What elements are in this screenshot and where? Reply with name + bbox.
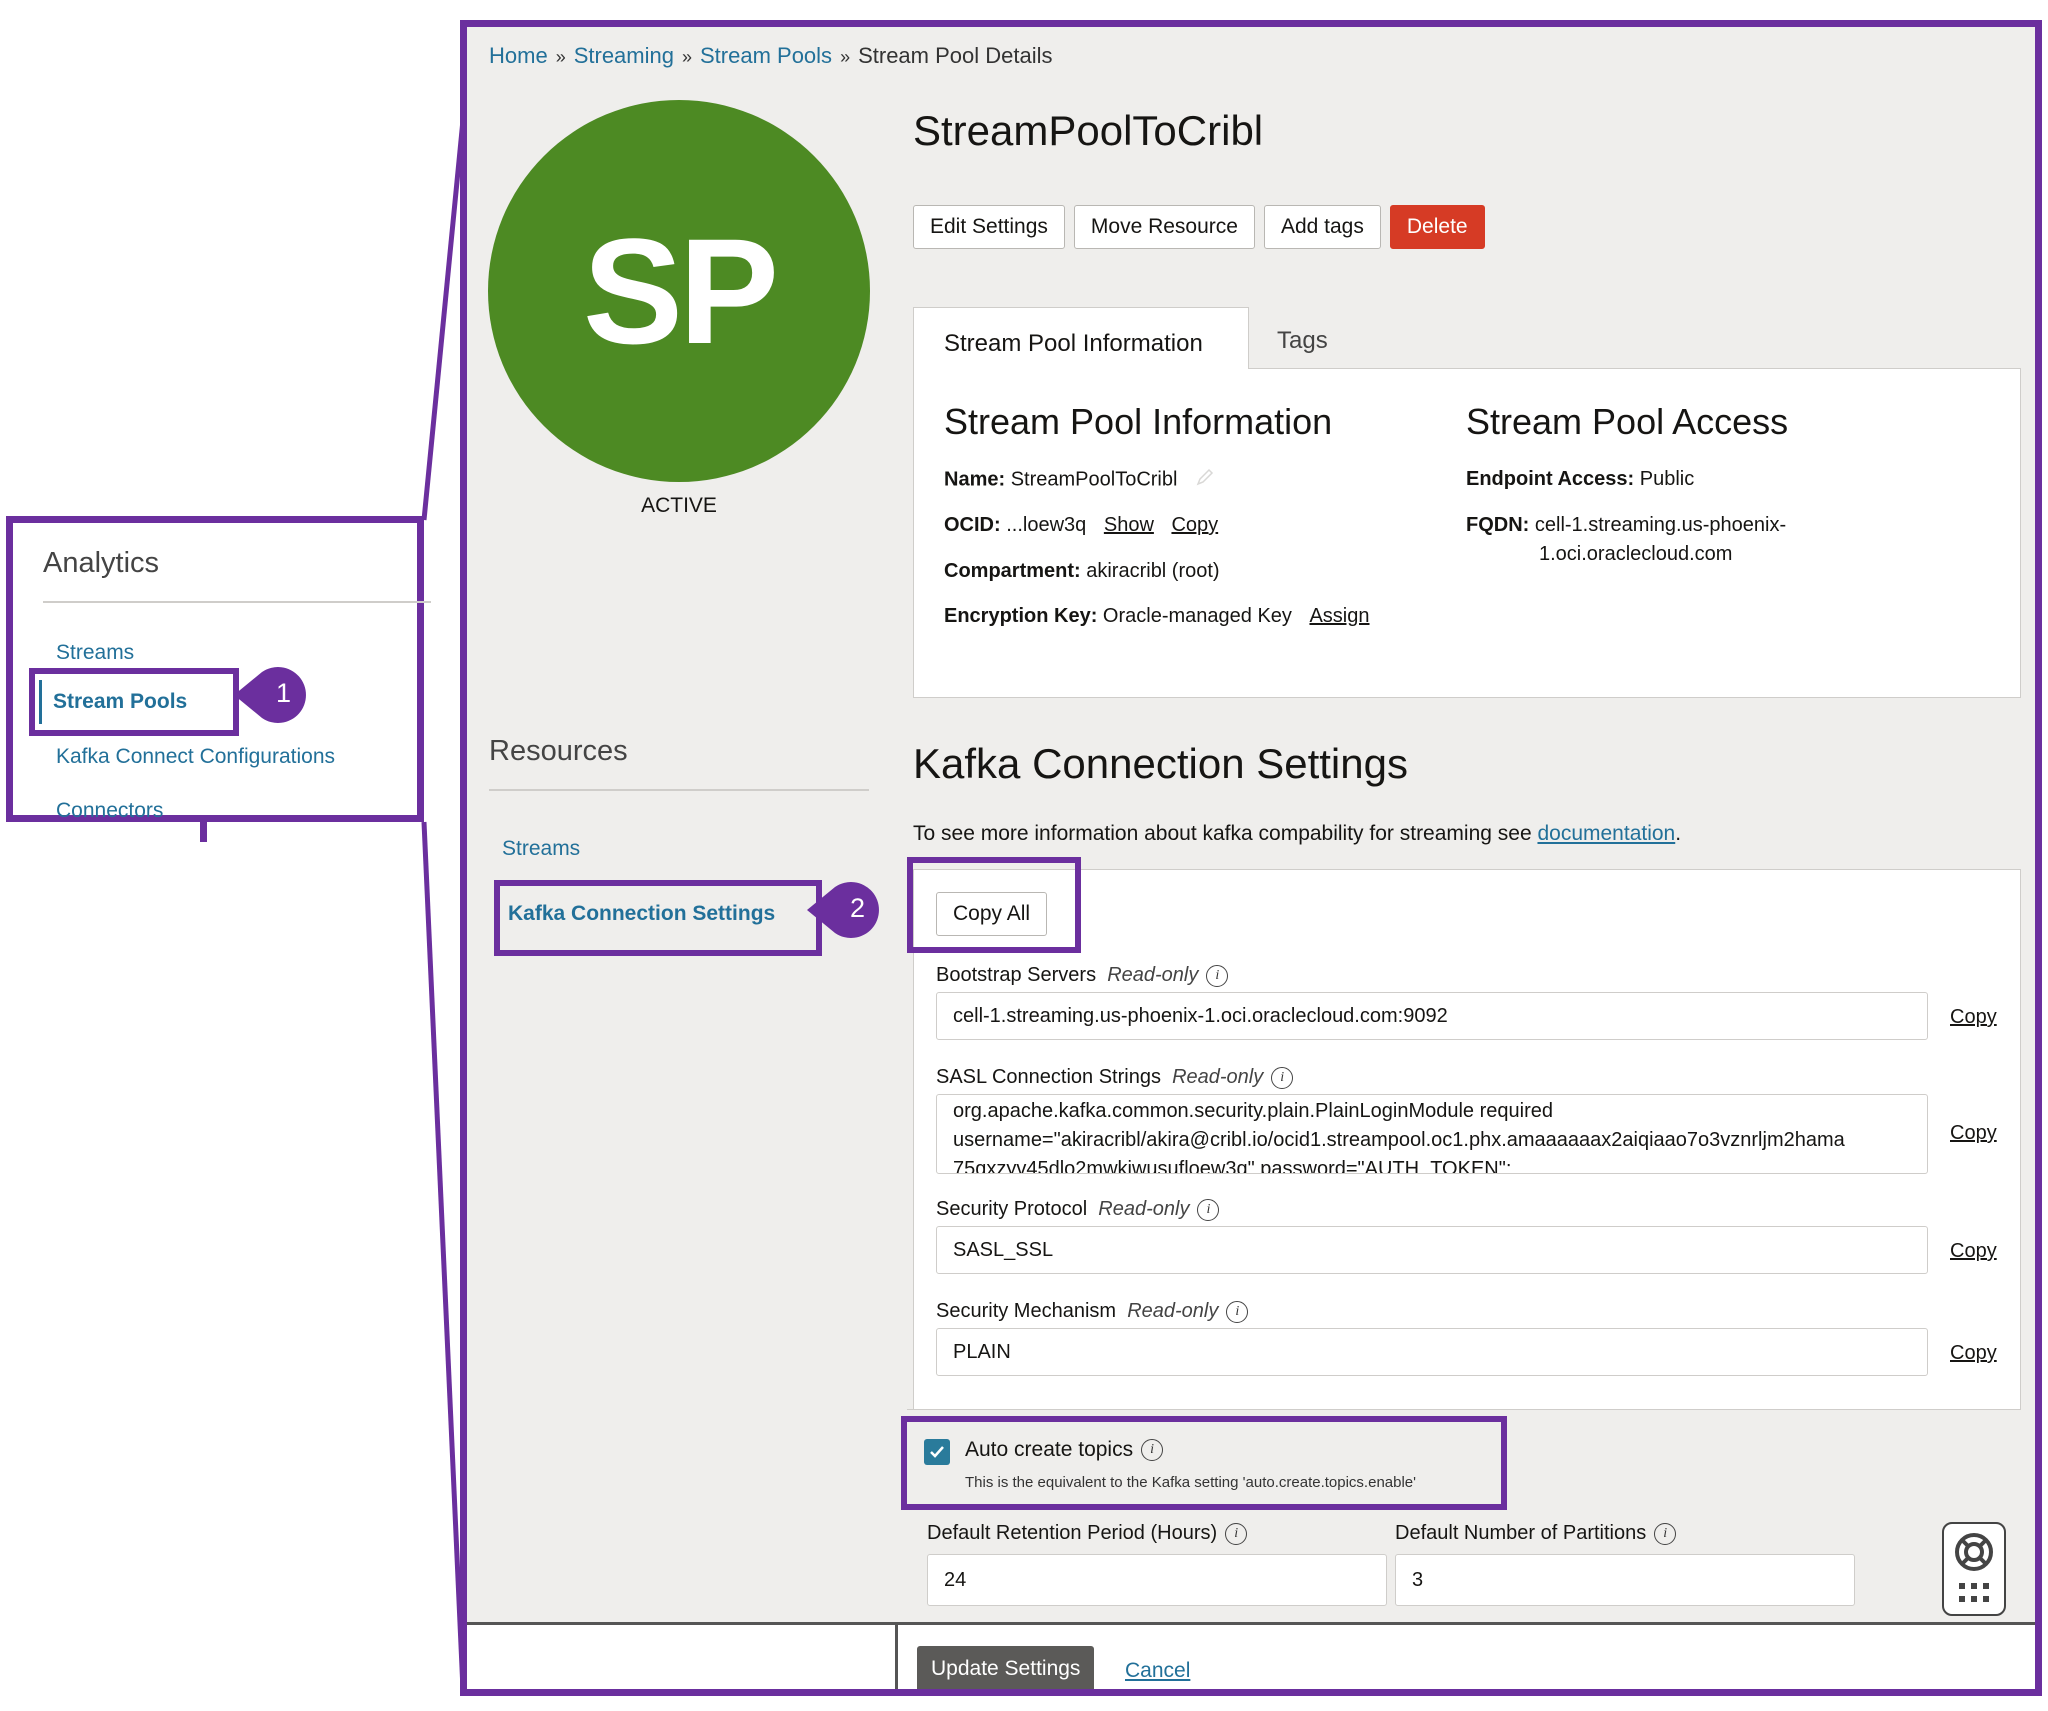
- analytics-nav-panel: Analytics Streams Stream Pools Kafka Con…: [6, 516, 431, 823]
- nav-stream-pools-link[interactable]: Stream Pools: [29, 668, 239, 736]
- nav-stream-pools-label: Stream Pools: [53, 690, 188, 713]
- nav-streams-link[interactable]: Streams: [56, 641, 134, 665]
- tab-stream-pool-information[interactable]: Stream Pool Information: [913, 307, 1249, 369]
- active-indicator: [39, 680, 42, 724]
- analytics-divider: [43, 601, 431, 603]
- panel-tail: [200, 820, 207, 842]
- zoom-connector-lines: [421, 119, 466, 1691]
- analytics-heading: Analytics: [43, 547, 160, 579]
- nav-connectors-link[interactable]: Connectors: [56, 799, 163, 823]
- callout-1-number: 1: [276, 678, 292, 708]
- callout-1-marker: [234, 667, 306, 723]
- nav-kafka-connect-configurations-link[interactable]: Kafka Connect Configurations: [56, 745, 335, 769]
